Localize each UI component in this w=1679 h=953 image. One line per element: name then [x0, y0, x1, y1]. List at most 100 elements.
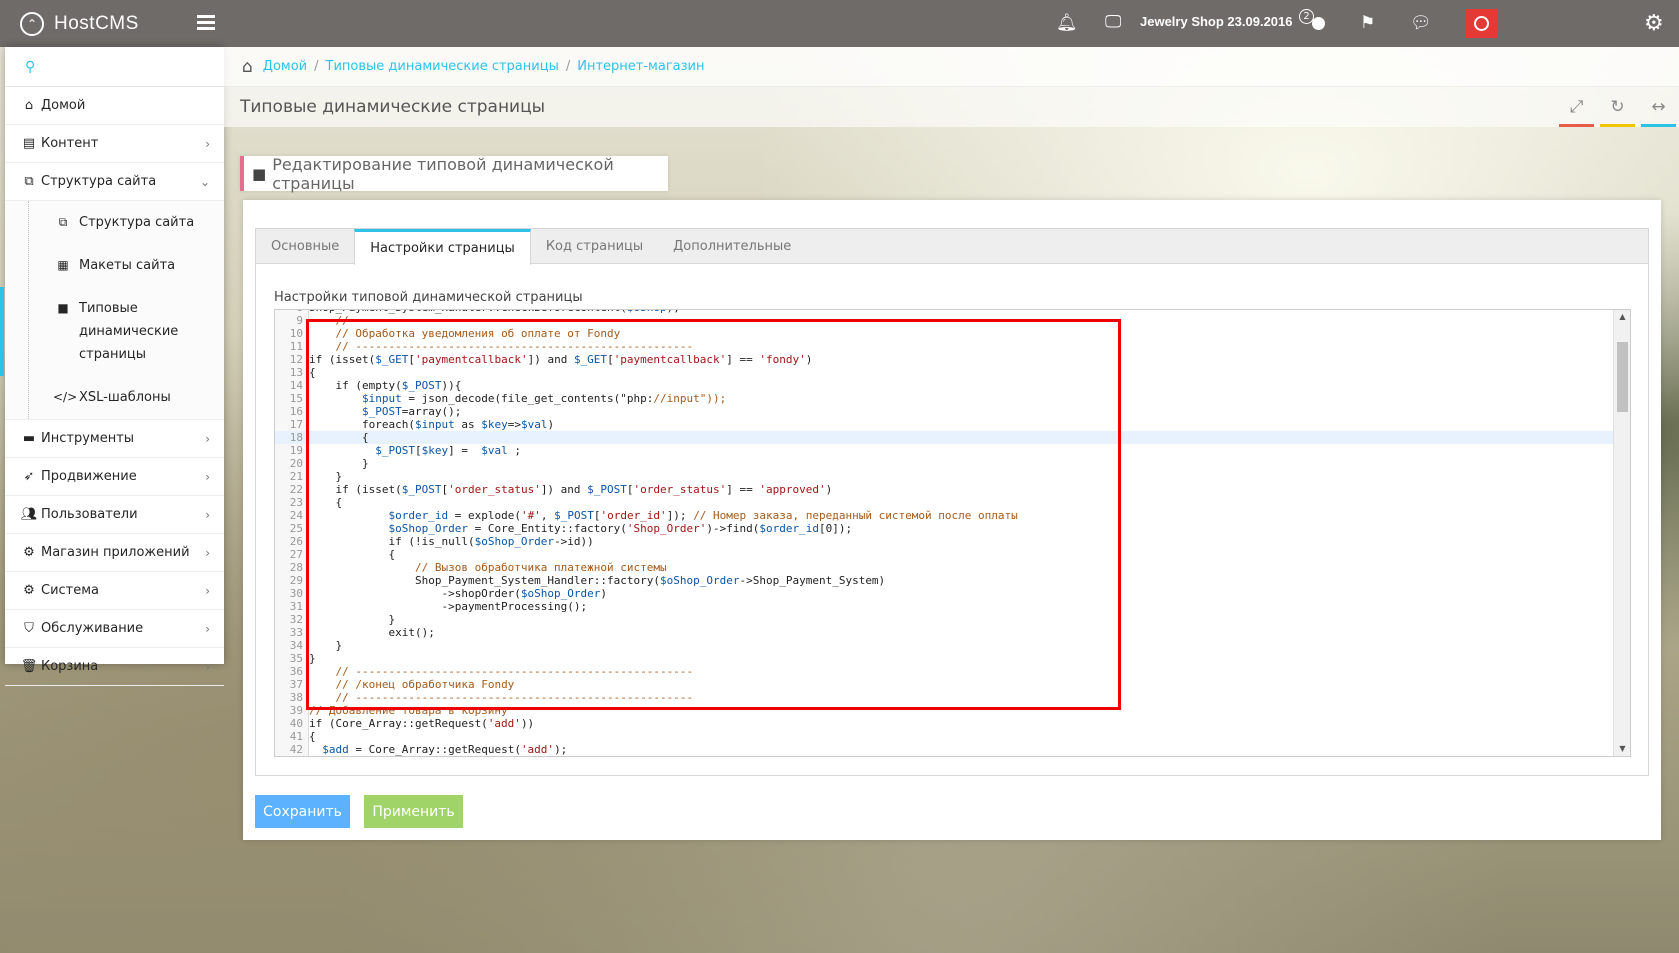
briefcase-icon: ■ — [252, 164, 267, 183]
line-number: 23 — [289, 496, 303, 509]
briefcase-icon: ■ — [57, 301, 69, 315]
sidebar-subitem-xsl[interactable]: </> XSL-шаблоны — [5, 376, 224, 419]
chevron-right-icon: › — [205, 507, 210, 522]
sidebar-subitem-structure[interactable]: ⧉ Структура сайта — [5, 201, 224, 244]
sidebar-item-home[interactable]: ⌂ Домой — [5, 87, 224, 125]
gear-icon: ⚙ — [23, 583, 35, 598]
widget-title-text: Редактирование типовой динамической стра… — [272, 154, 614, 193]
newspaper-icon: ▤ — [22, 136, 36, 151]
line-number: 25 — [289, 522, 303, 535]
clock-icon[interactable] — [1312, 17, 1325, 30]
sidebar-item-app-store[interactable]: ⚙ Магазин приложений › — [5, 534, 224, 572]
editor-scrollbar[interactable]: ▲ ▼ — [1613, 310, 1630, 756]
refresh-icon[interactable]: ↻ — [1597, 87, 1638, 127]
monitor-icon[interactable]: 🖵 — [1105, 12, 1121, 32]
flag-icon[interactable]: ⚑ — [1360, 13, 1375, 33]
brand-name: HostCMS — [54, 12, 139, 34]
code-line[interactable]: 42 $add = Core_Array::getRequest('add'); — [275, 743, 1630, 756]
line-number: 31 — [289, 600, 303, 613]
line-number: 17 — [289, 418, 303, 431]
logout-button[interactable] — [1465, 9, 1497, 38]
sidebar-item-label: Пользователи — [41, 507, 138, 522]
scroll-down-icon[interactable]: ▼ — [1614, 742, 1630, 756]
line-number: 34 — [289, 639, 303, 652]
tab-page-settings[interactable]: Настройки страницы — [354, 229, 531, 265]
sidebar-subitem-label: Типовые динамические страницы — [79, 301, 179, 362]
bell-icon[interactable]: 🔔︎ — [1056, 13, 1078, 33]
line-number: 35 — [289, 652, 303, 665]
save-button[interactable]: Сохранить — [255, 795, 350, 828]
breadcrumb-link-dynamic-pages[interactable]: Типовые динамические страницы — [326, 59, 559, 74]
code-line[interactable]: 40 if (Core_Array::getRequest('add')) — [275, 717, 1630, 730]
line-number: 21 — [289, 470, 303, 483]
chevron-right-icon: › — [205, 136, 210, 151]
line-number: 40 — [289, 717, 303, 730]
line-number: 12 — [289, 353, 303, 366]
sidebar-item-system[interactable]: ⚙ Система › — [5, 572, 224, 610]
line-number: 29 — [289, 574, 303, 587]
line-number: 33 — [289, 626, 303, 639]
sidebar-subitem-dynamic-pages[interactable]: ■ Типовые динамические страницы — [0, 287, 224, 376]
home-icon[interactable]: ⌂ — [242, 57, 253, 77]
line-number: 24 — [289, 509, 303, 522]
sidebar-subitem-label: XSL-шаблоны — [79, 390, 171, 405]
sidebar-item-label: Контент — [41, 136, 99, 151]
rocket-icon: ➶ — [23, 469, 35, 484]
line-number: 28 — [289, 561, 303, 574]
sidebar-item-structure[interactable]: ⧉ Структура сайта ⌄ — [5, 163, 224, 201]
trash-icon: 🗑︎ — [20, 659, 38, 674]
scroll-thumb[interactable] — [1617, 342, 1628, 412]
sidebar-item-label: Домой — [41, 98, 86, 113]
menu-toggle-icon[interactable] — [197, 15, 215, 31]
line-number: 26 — [289, 535, 303, 548]
code-line[interactable]: 41 { — [275, 730, 1630, 743]
sidebar-item-label: Инструменты — [41, 431, 135, 446]
line-number: 39 — [289, 704, 303, 717]
tab-additional[interactable]: Дополнительные — [658, 229, 806, 264]
sidebar-item-content[interactable]: ▤ Контент › — [5, 125, 224, 163]
fullscreen-icon[interactable]: ⤢ — [1556, 87, 1597, 127]
breadcrumb-separator: / — [314, 59, 319, 74]
sidebar-item-label: Структура сайта — [41, 174, 157, 189]
settings-gear-icon[interactable]: ⚙ — [1644, 11, 1664, 36]
sidebar-item-tools[interactable]: ▬ Инструменты › — [5, 420, 224, 458]
expand-width-icon[interactable]: ↔ — [1638, 87, 1679, 127]
structure-submenu: ⧉ Структура сайта ▦ Макеты сайта ■ Типов… — [0, 201, 224, 420]
grid-icon: ▦ — [57, 258, 69, 272]
chevron-right-icon: › — [205, 469, 210, 484]
line-number: 41 — [289, 730, 303, 743]
brand[interactable]: ⌃ HostCMS — [0, 11, 224, 36]
line-number: 13 — [289, 366, 303, 379]
breadcrumb-link-home[interactable]: Домой — [263, 59, 307, 74]
line-number: 18 — [289, 431, 303, 444]
sidebar-item-label: Магазин приложений — [41, 545, 190, 560]
highlight-annotation-frame — [306, 319, 1121, 710]
sidebar-item-trash[interactable]: 🗑︎ Корзина › — [5, 648, 224, 686]
breadcrumb-link-shop[interactable]: Интернет-магазин — [577, 59, 704, 74]
line-number: 36 — [289, 665, 303, 678]
chevron-right-icon: › — [205, 659, 210, 674]
line-number: 22 — [289, 483, 303, 496]
scroll-up-icon[interactable]: ▲ — [1614, 310, 1630, 324]
tab-main[interactable]: Основные — [256, 229, 354, 264]
chevron-right-icon: › — [205, 431, 210, 446]
sidebar-subitem-label: Структура сайта — [79, 215, 195, 230]
sidebar-item-maintenance[interactable]: ⛉ Обслуживание › — [5, 610, 224, 648]
tab-page-code[interactable]: Код страницы — [531, 229, 658, 264]
sidebar-item-users[interactable]: 👥︎ Пользователи › — [5, 496, 224, 534]
tools-icon: ▬ — [22, 431, 36, 446]
sidebar-search[interactable]: ⚲ — [5, 47, 224, 87]
breadcrumb-separator: / — [565, 59, 571, 74]
line-number: 37 — [289, 678, 303, 691]
sidebar-item-label: Обслуживание — [41, 621, 144, 636]
chat-icon[interactable]: 💬︎ — [1410, 13, 1432, 33]
apply-button[interactable]: Применить — [364, 795, 463, 828]
code-text: if (Core_Array::getRequest('add')) — [309, 717, 535, 730]
site-name[interactable]: Jewelry Shop 23.09.2016 — [1140, 14, 1292, 29]
power-icon — [1473, 16, 1489, 31]
widget-title: ■ Редактирование типовой динамической ст… — [240, 154, 668, 193]
sidebar-item-promotion[interactable]: ➶ Продвижение › — [5, 458, 224, 496]
sidebar-subitem-layouts[interactable]: ▦ Макеты сайта — [5, 244, 224, 287]
header-tools: ⤢ ↻ ↔ — [1556, 87, 1679, 127]
line-number: 38 — [289, 691, 303, 704]
